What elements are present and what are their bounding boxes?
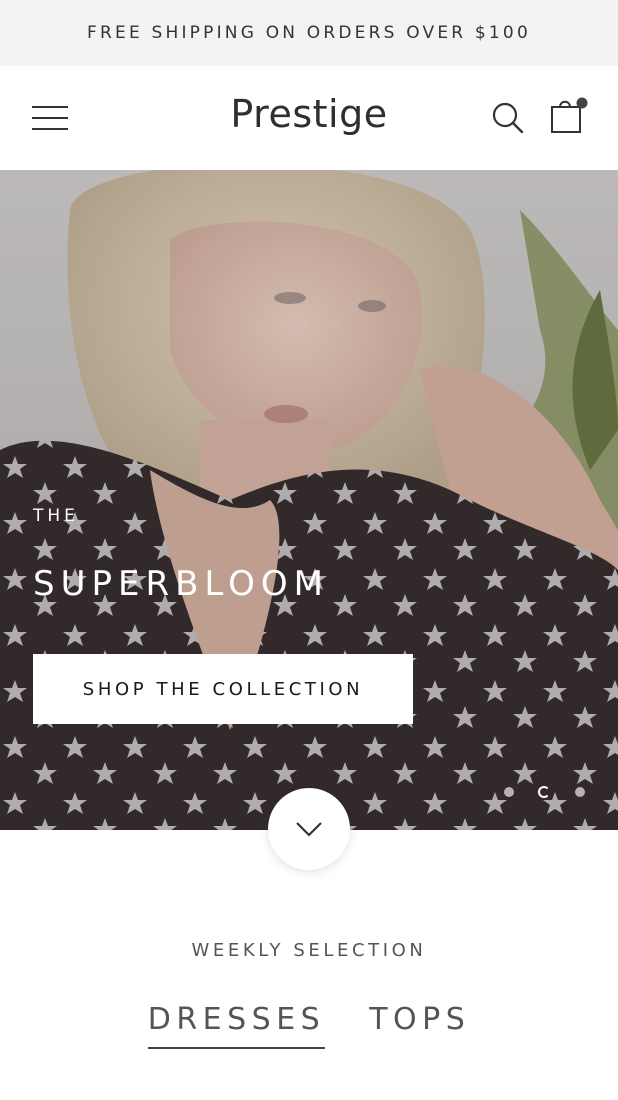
slide-dot-3[interactable] xyxy=(575,787,585,797)
shop-the-collection-button[interactable]: SHOP THE COLLECTION xyxy=(33,654,413,724)
announcement-text: FREE SHIPPING ON ORDERS OVER $100 xyxy=(87,23,531,43)
slide-dot-1[interactable] xyxy=(504,787,514,797)
site-header: Prestige xyxy=(0,66,618,170)
weekly-selection-label: WEEKLY SELECTION xyxy=(191,940,427,961)
hero-banner: THE SUPERBLOOM SHOP THE COLLECTION xyxy=(0,170,618,830)
hero-image xyxy=(0,170,618,830)
scroll-down-button[interactable] xyxy=(268,788,350,870)
search-button[interactable] xyxy=(490,100,526,136)
cart-button[interactable] xyxy=(548,96,590,138)
chevron-down-icon xyxy=(296,822,322,837)
tab-tops[interactable]: TOPS xyxy=(369,1002,470,1049)
shopping-bag-icon xyxy=(551,97,588,133)
slideshow-dots xyxy=(500,785,590,799)
tab-dresses[interactable]: DRESSES xyxy=(147,1002,326,1049)
collection-tabs: DRESSES TOPS xyxy=(0,1002,618,1049)
slide-dot-2[interactable] xyxy=(538,786,550,798)
hero-kicker: THE xyxy=(33,506,79,526)
search-icon xyxy=(492,102,524,134)
announcement-bar: FREE SHIPPING ON ORDERS OVER $100 xyxy=(0,0,618,66)
hero-title: SUPERBLOOM xyxy=(33,564,329,604)
logo-text[interactable]: Prestige xyxy=(230,92,387,136)
shop-the-collection-label: SHOP THE COLLECTION xyxy=(82,678,364,700)
